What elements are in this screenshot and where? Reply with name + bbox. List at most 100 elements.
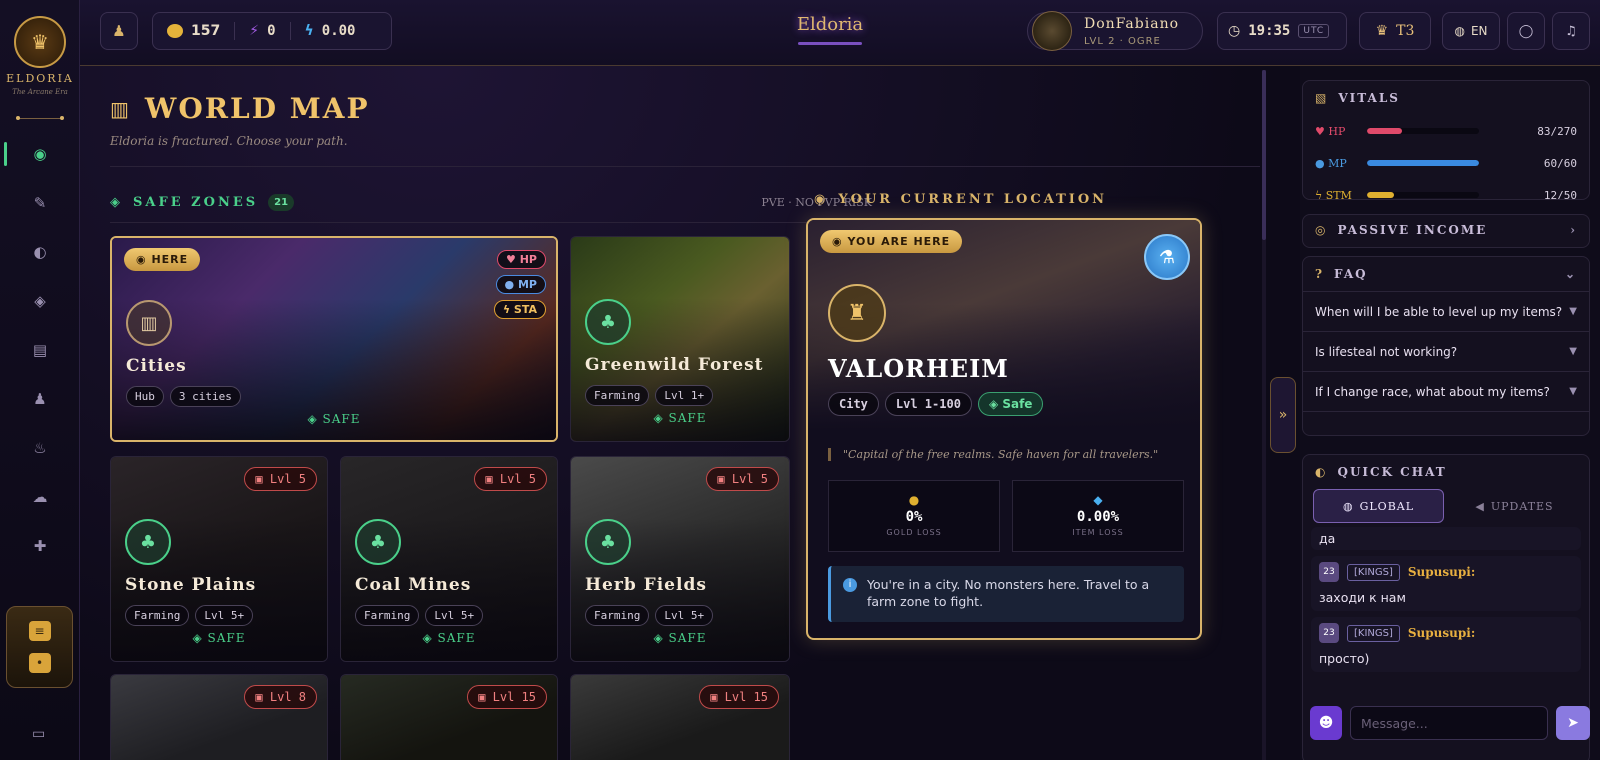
clock-icon: ◷	[1228, 23, 1241, 39]
timezone-badge: UTC	[1298, 24, 1330, 38]
gold-loss-stat: ● 0% GOLD LOSS	[828, 480, 1000, 552]
nav-dungeon-icon[interactable]: ♨	[28, 436, 52, 460]
guild-tag[interactable]: [KINGS]	[1347, 624, 1400, 642]
player-card[interactable]: DonFabiano LVL 2 · OGRE	[1027, 11, 1203, 51]
guild-button[interactable]: ♟	[100, 12, 138, 50]
faq-item[interactable]: If I change race, what about my items? ▼	[1303, 371, 1589, 411]
player-level: LVL 2 · OGRE	[1084, 35, 1161, 47]
tab-updates[interactable]: ◀ UPDATES	[1450, 489, 1579, 523]
language-label: EN	[1470, 24, 1488, 38]
zone-name: Coal Mines	[355, 575, 472, 595]
brand-ribbon	[798, 42, 862, 45]
passive-income-title: PASSIVE INCOME	[1337, 223, 1488, 237]
guild-tag[interactable]: [KINGS]	[1347, 563, 1400, 581]
shield-icon: ◈	[110, 195, 123, 210]
title-divider	[110, 166, 1260, 167]
tree-icon: ♣	[125, 519, 171, 565]
notifications-button[interactable]: ♫	[1552, 12, 1590, 50]
zone-card-locked[interactable]: ▣ Lvl 8	[110, 674, 328, 760]
vitals-title: VITALS	[1338, 91, 1400, 105]
user-level-badge: 23	[1319, 623, 1339, 643]
map-icon: ▥	[110, 96, 131, 121]
passive-income-section[interactable]: ◎ PASSIVE INCOME ›	[1302, 214, 1590, 248]
gold-coin-icon	[167, 24, 183, 38]
tier-button[interactable]: ♛ T3	[1359, 12, 1431, 50]
energy-bolt-icon: ϟ	[304, 23, 314, 39]
page-subtitle: Eldoria is fractured. Choose your path.	[110, 134, 348, 148]
stm-bar	[1367, 192, 1479, 198]
energy-count: 0.00	[321, 23, 356, 39]
nav-profile-icon[interactable]: ◉	[28, 142, 52, 166]
chat-username[interactable]: Supusupi:	[1408, 565, 1475, 579]
nav-defense-icon[interactable]: ◈	[28, 289, 52, 313]
zone-card-coal-mines[interactable]: ▣ Lvl 5 ♣ Coal Mines Farming Lvl 5+ ◈ SA…	[340, 456, 558, 662]
quest-scroll-panel[interactable]: ≡ •	[6, 606, 73, 688]
info-icon: i	[843, 578, 857, 592]
faq-title: FAQ	[1334, 267, 1368, 281]
here-badge: ◉ HERE	[124, 248, 201, 271]
zone-safe-label: ◈ SAFE	[422, 631, 476, 645]
vital-hp-value: 83/270	[1537, 124, 1577, 138]
nav-world-map-icon[interactable]: ◐	[28, 240, 52, 264]
sidebar: ♛ ELDORIA The Arcane Era ◉ ✎ ◐ ◈ ▤ ♟ ♨ ☁…	[0, 0, 80, 760]
nav-add-friend-icon[interactable]: ✚	[28, 534, 52, 558]
language-selector[interactable]: ◍ EN	[1442, 12, 1500, 50]
tab-global[interactable]: ◍ GLOBAL	[1313, 489, 1444, 523]
sidebar-footer-icon[interactable]: ▭	[32, 726, 45, 742]
eldoria-logo[interactable]: ♛	[14, 16, 66, 68]
pin-icon: ◉	[814, 192, 829, 207]
message-input[interactable]	[1350, 706, 1548, 740]
zones-divider	[110, 222, 822, 223]
flask-icon[interactable]: ⚗	[1144, 234, 1190, 280]
zone-card-greenwild-forest[interactable]: ♣ Greenwild Forest Farming Lvl 1+ ◈ SAFE	[570, 236, 790, 442]
page-title-text: WORLD MAP	[144, 92, 370, 125]
chat-button[interactable]: ◯	[1507, 12, 1545, 50]
zone-tag: 3 cities	[169, 386, 241, 407]
zone-tag: Farming	[355, 605, 420, 626]
server-clock: ◷ 19:35 UTC	[1217, 12, 1347, 50]
nav-forge-icon[interactable]: ✎	[28, 191, 52, 215]
zone-card-stone-plains[interactable]: ▣ Lvl 5 ♣ Stone Plains Farming Lvl 5+ ◈ …	[110, 456, 328, 662]
location-level-tag: Lvl 1-100	[884, 392, 972, 416]
vital-mp: ● MP 60/60	[1303, 147, 1589, 179]
faq-item-partial[interactable]	[1303, 411, 1589, 431]
megaphone-icon: ◀	[1475, 499, 1485, 513]
question-icon: ?	[1315, 267, 1325, 281]
emoji-button[interactable]: ☻	[1310, 706, 1342, 740]
zone-card-cities[interactable]: ◉ HERE ♥ HP ● MP ϟ STA ▥ Cities Hub 3 ci…	[110, 236, 558, 442]
chat-icon: ◐	[1315, 465, 1328, 479]
safe-zones-heading: ◈ SAFE ZONES 21 PVE · NO PVP RISK	[110, 194, 872, 211]
location-info-text: You're in a city. No monsters here. Trav…	[867, 577, 1150, 609]
you-are-here-badge: ◉ YOU ARE HERE	[820, 230, 963, 253]
chevron-down-icon: ▼	[1569, 386, 1577, 397]
smiley-icon: ☻	[1318, 715, 1334, 731]
faq-question: If I change race, what about my items?	[1315, 384, 1550, 399]
zone-tag: Hub	[126, 386, 164, 407]
chat-message-partial: да	[1311, 527, 1581, 550]
zone-tag: Lvl 5+	[195, 605, 254, 626]
zone-card-locked[interactable]: ▣ Lvl 15	[570, 674, 790, 760]
collapse-panel-button[interactable]: »	[1270, 377, 1296, 453]
chevron-down-icon: ▼	[1569, 306, 1577, 317]
nav-community-icon[interactable]: ☁	[28, 485, 52, 509]
chevron-down-icon[interactable]: ⌄	[1565, 267, 1577, 281]
faq-item[interactable]: When will I be able to level up my items…	[1303, 291, 1589, 331]
faq-item[interactable]: Is lifesteal not working? ▼	[1303, 331, 1589, 371]
chat-input-row: ☻ ➤	[1310, 706, 1590, 740]
zone-card-herb-fields[interactable]: ▣ Lvl 5 ♣ Herb Fields Farming Lvl 5+ ◈ S…	[570, 456, 790, 662]
location-quote: "Capital of the free realms. Safe haven …	[828, 448, 1184, 461]
user-level-badge: 23	[1319, 562, 1339, 582]
nav-guild-icon[interactable]: ♟	[28, 387, 52, 411]
resources-bar: 157 ⚡ 0 ϟ 0.00	[152, 12, 392, 50]
mp-bar	[1367, 160, 1479, 166]
shard-icon: ⚡	[249, 23, 260, 39]
zone-card-locked[interactable]: ▣ Lvl 15	[340, 674, 558, 760]
active-nav-indicator	[4, 142, 7, 166]
chat-message: 23 [KINGS] Supusupi: заходи к нам	[1311, 556, 1581, 611]
send-button[interactable]: ➤	[1556, 706, 1590, 740]
nav-shop-icon[interactable]: ▤	[28, 338, 52, 362]
zone-tag: Farming	[585, 385, 650, 406]
main-scrollbar-thumb[interactable]	[1262, 70, 1266, 240]
chart-icon: ▧	[1315, 91, 1329, 105]
chat-username[interactable]: Supusupi:	[1408, 626, 1475, 640]
